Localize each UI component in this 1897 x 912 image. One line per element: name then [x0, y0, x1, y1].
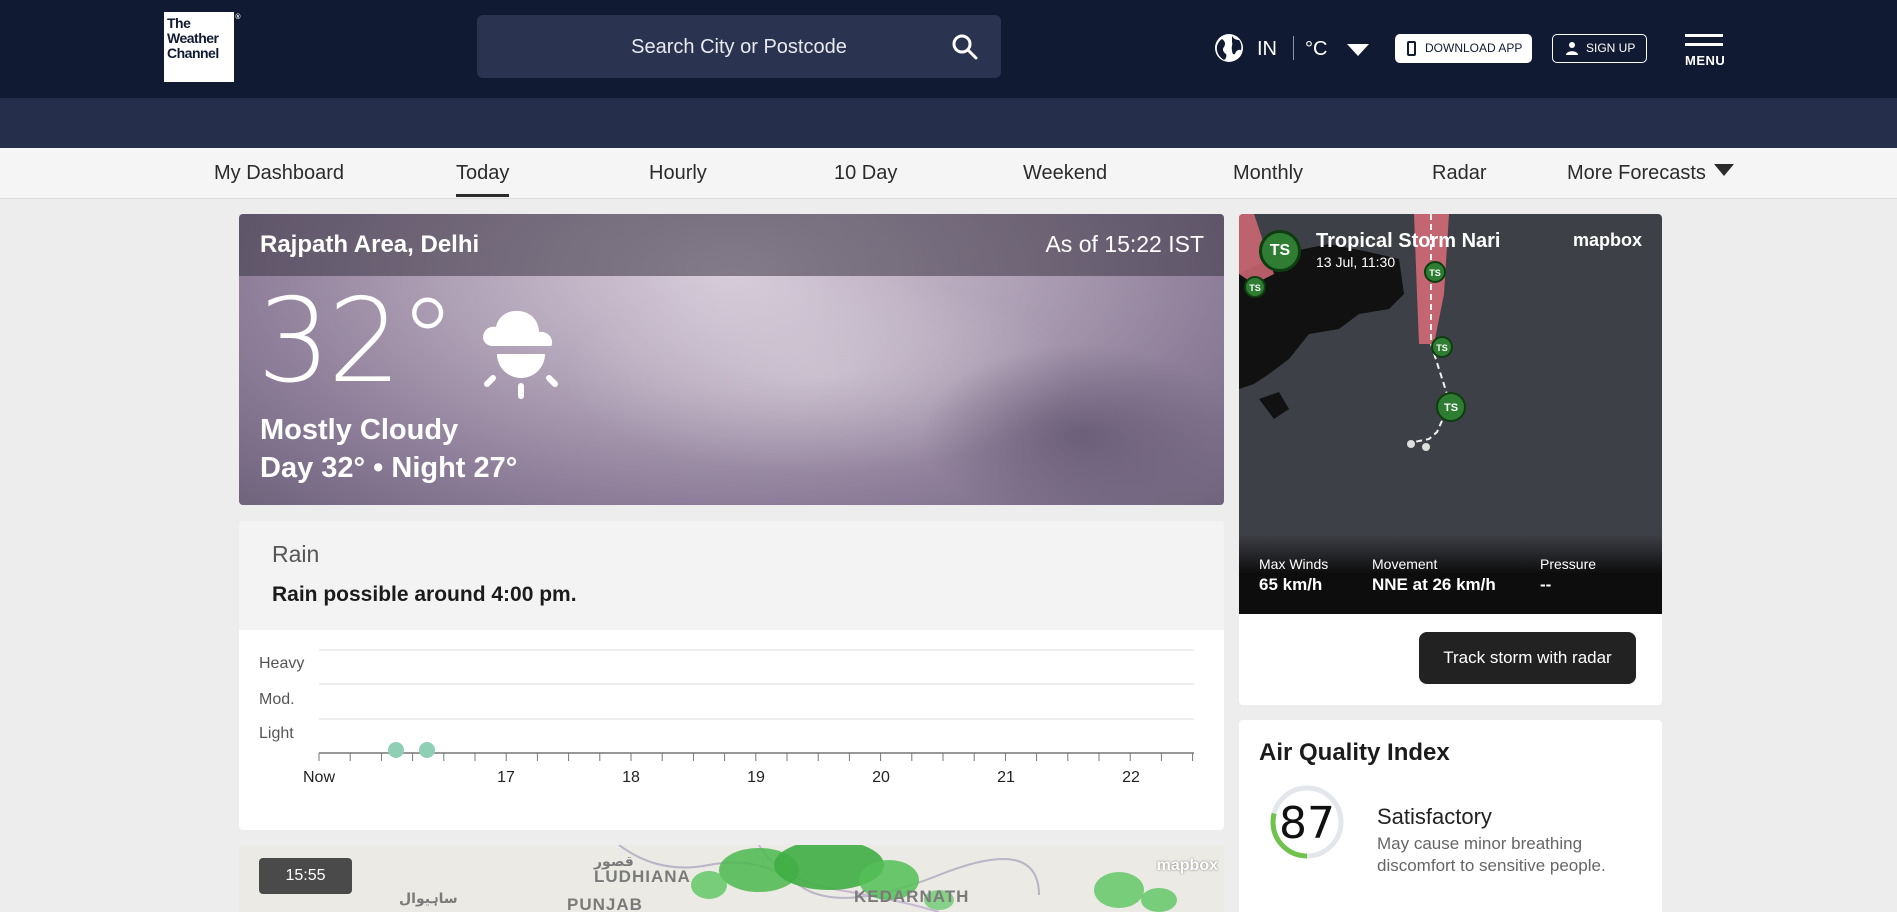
search-input[interactable]: Search City or Postcode	[477, 15, 1001, 78]
storm-stats-overlay	[1239, 534, 1662, 614]
tab-10-day[interactable]: 10 Day	[834, 162, 897, 185]
day-night-temps: Day 32° • Night 27°	[260, 452, 518, 484]
more-forecasts-label: More Forecasts	[1567, 162, 1706, 184]
search-icon[interactable]	[951, 33, 979, 61]
logo-line-1: The	[167, 15, 191, 31]
weather-channel-logo[interactable]: The Weather Channel ®	[164, 12, 240, 82]
observation-time: As of 15:22 IST	[1045, 231, 1204, 257]
mapbox-attribution: mapbox	[1156, 857, 1218, 874]
pressure-label: Pressure	[1540, 556, 1597, 572]
storm-marker-2: TS	[1424, 261, 1446, 283]
tab-radar[interactable]: Radar	[1432, 162, 1486, 185]
menu-label: MENU	[1685, 53, 1726, 68]
top-bar: The Weather Channel ® Search City or Pos…	[0, 0, 1897, 98]
rain-forecast-card: Rain Rain possible around 4:00 pm. Heavy…	[239, 521, 1224, 830]
storm-name: Tropical Storm Nari	[1316, 230, 1501, 252]
phone-icon	[1407, 41, 1416, 56]
storm-category-badge: TS	[1259, 230, 1301, 272]
current-temperature: 32°	[257, 274, 457, 409]
user-icon	[1566, 42, 1578, 55]
rain-probability-dot	[419, 742, 435, 758]
logo-line-2: Weather	[167, 30, 219, 46]
max-winds-value: 65 km/h	[1259, 575, 1323, 594]
tropical-storm-card: TS TS TS TS TS Tropical Storm Nari 13 Ju…	[1239, 214, 1662, 705]
location-name: Rajpath Area, Delhi	[260, 231, 480, 258]
condition-phrase: Mostly Cloudy	[260, 414, 459, 446]
tab-monthly[interactable]: Monthly	[1233, 162, 1303, 185]
map-label-ludhiana: LUDHIANA	[594, 867, 691, 886]
aqi-value: 87	[1279, 798, 1335, 849]
ad-banner-bar	[0, 98, 1897, 148]
rain-time-label: 17	[497, 769, 515, 786]
rain-level-label: Light	[259, 725, 294, 742]
hamburger-icon	[1685, 34, 1723, 37]
air-quality-card[interactable]: Air Quality Index 87 Satisfactory May ca…	[1239, 720, 1662, 912]
chevron-down-icon[interactable]	[1347, 44, 1369, 56]
current-conditions-header: Rajpath Area, Delhi As of 15:22 IST	[239, 214, 1224, 276]
rain-time-label: 22	[1122, 769, 1140, 786]
storm-marker-3: TS	[1431, 336, 1453, 358]
map-label-kedarnath: KEDARNATH	[854, 887, 970, 906]
registered-mark: ®	[235, 14, 240, 21]
rain-time-label: 19	[747, 769, 765, 786]
map-label-sahiwal: ساہیوال	[399, 890, 458, 906]
download-app-button[interactable]: Download App	[1395, 34, 1532, 63]
storm-marker-1: TS	[1244, 276, 1266, 298]
rain-header: Rain Rain possible around 4:00 pm.	[239, 521, 1224, 630]
rain-dots	[388, 742, 435, 758]
svg-text:TS: TS	[1249, 283, 1261, 293]
globe-icon[interactable]	[1214, 33, 1244, 63]
pressure-value: --	[1540, 575, 1552, 594]
rain-probability-dot	[388, 742, 404, 758]
mapbox-attribution: mapbox	[1572, 230, 1642, 250]
search-placeholder: Search City or Postcode	[631, 36, 847, 58]
unit-selector[interactable]: °C	[1305, 38, 1327, 61]
radar-map-preview[interactable]: قصور ساہیوال LUDHIANA PUNJAB KEDARNATH 1…	[239, 845, 1224, 912]
storm-track-map[interactable]: TS TS TS TS TS Tropical Storm Nari 13 Ju…	[1239, 214, 1662, 614]
aqi-title: Air Quality Index	[1259, 739, 1450, 766]
rain-time-label: 18	[622, 769, 640, 786]
locale-divider	[1293, 36, 1294, 60]
track-storm-button[interactable]: Track storm with radar	[1419, 632, 1636, 684]
locale-selector[interactable]: IN	[1257, 38, 1277, 61]
tab-today[interactable]: Today	[456, 162, 510, 197]
rain-level-label: Mod.	[259, 691, 295, 708]
map-label-punjab: PUNJAB	[567, 895, 643, 912]
tab-weekend[interactable]: Weekend	[1023, 162, 1107, 185]
movement-label: Movement	[1372, 556, 1438, 572]
sign-up-button[interactable]: Sign Up	[1552, 34, 1647, 63]
rain-message: Rain possible around 4:00 pm.	[272, 583, 577, 606]
movement-value: NNE at 26 km/h	[1372, 575, 1496, 594]
sign-up-label: Sign Up	[1586, 41, 1636, 55]
rain-intensity-chart: Heavy Mod. Light Now 17 18 19 20 21 22	[259, 649, 1194, 786]
max-winds-label: Max Winds	[1259, 556, 1329, 572]
svg-text:TS: TS	[1436, 343, 1448, 353]
download-app-label: Download App	[1425, 41, 1523, 55]
tab-more-forecasts[interactable]: More Forecasts	[1567, 162, 1734, 185]
svg-text:TS: TS	[1429, 268, 1441, 278]
svg-text:TS: TS	[1444, 402, 1458, 414]
storm-date: 13 Jul, 11:30	[1316, 254, 1396, 270]
rain-level-label: Heavy	[259, 655, 304, 672]
logo-line-3: Channel	[167, 45, 219, 61]
rain-time-label: 20	[872, 769, 890, 786]
tab-hourly[interactable]: Hourly	[649, 162, 707, 185]
chevron-down-icon	[1713, 164, 1734, 176]
current-conditions-card[interactable]: Rajpath Area, Delhi As of 15:22 IST 32° …	[239, 214, 1224, 505]
menu-button[interactable]: MENU	[1685, 34, 1725, 68]
aqi-description: May cause minor breathing discomfort to …	[1377, 834, 1606, 875]
map-terrain	[618, 845, 1177, 912]
hamburger-icon-line	[1685, 43, 1723, 46]
storm-marker-4: TS	[1436, 392, 1466, 422]
rain-title: Rain	[272, 541, 320, 567]
rain-ticks: Now 17 18 19 20 21 22	[303, 753, 1194, 786]
rain-grid: Heavy Mod. Light	[259, 649, 1194, 754]
partly-cloudy-day-icon	[483, 310, 558, 399]
radar-timestamp: 15:55	[259, 858, 352, 894]
rain-time-label: 21	[997, 769, 1015, 786]
aqi-category: Satisfactory	[1377, 804, 1492, 829]
forecast-nav: My Dashboard Today Hourly 10 Day Weekend…	[0, 148, 1897, 199]
tab-my-dashboard[interactable]: My Dashboard	[214, 162, 344, 185]
rain-time-label: Now	[303, 769, 335, 786]
